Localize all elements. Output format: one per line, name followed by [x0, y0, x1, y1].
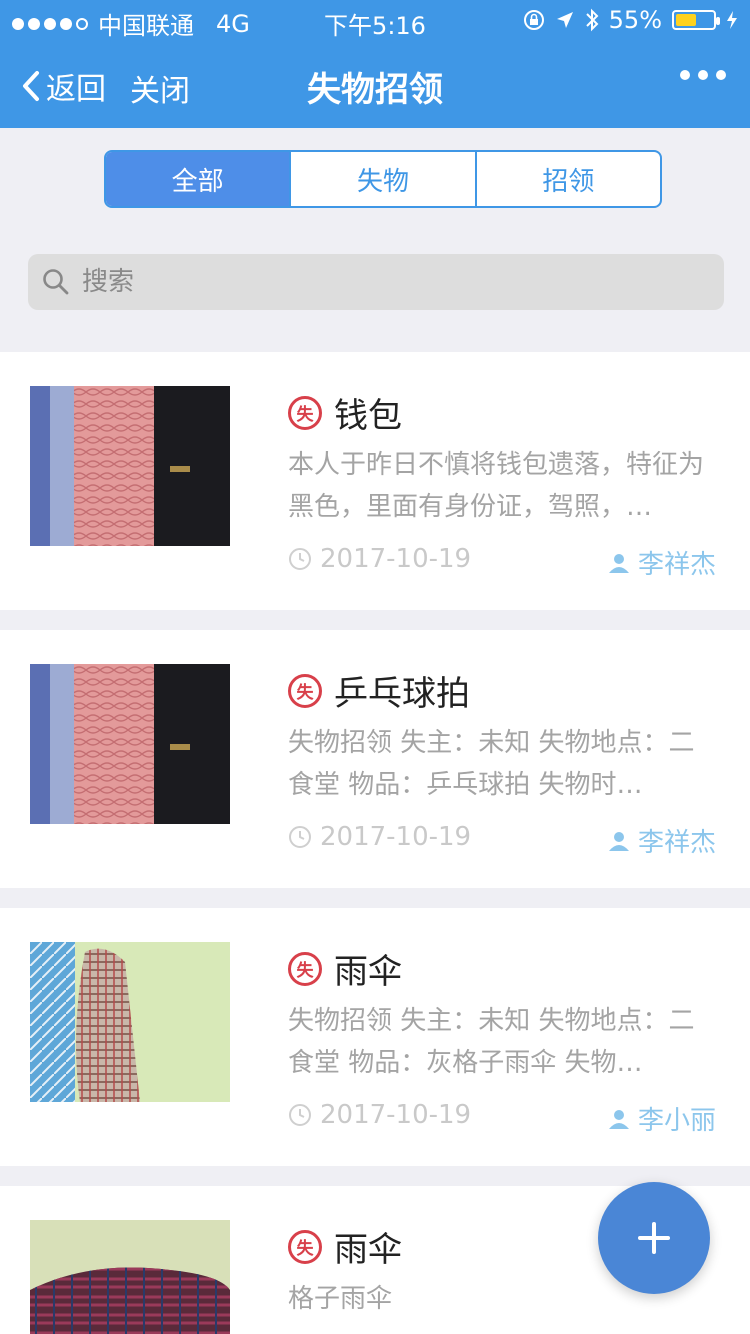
plus-icon: [638, 1222, 670, 1254]
bluetooth-icon: [585, 8, 599, 32]
item-user: 李祥杰: [608, 544, 716, 581]
clock-icon: [289, 1104, 311, 1126]
item-thumbnail: [30, 664, 230, 824]
item-date-text: 2017-10-19: [320, 822, 472, 852]
user-icon: [608, 1109, 629, 1129]
list-item[interactable]: 失 钱包 本人于昨日不慎将钱包遗落，特征为黑色，里面有身份证，驾照，… 2017…: [0, 352, 750, 610]
battery-percent: 55%: [608, 6, 662, 34]
item-title-row: 失 乒乓球拍: [288, 666, 470, 715]
item-user-name: 李小丽: [637, 1106, 716, 1136]
more-icon[interactable]: [680, 70, 726, 80]
item-user-name: 李祥杰: [637, 550, 716, 580]
item-date: 2017-10-19: [288, 544, 471, 574]
page-title: 失物招领: [307, 70, 443, 110]
list-item[interactable]: 失 雨伞 失物招领 失主：未知 失物地点：二食堂 物品：灰格子雨伞 失物… 20…: [0, 908, 750, 1166]
list-item[interactable]: 失 乒乓球拍 失物招领 失主：未知 失物地点：二食堂 物品：乒乓球拍 失物时… …: [0, 630, 750, 888]
top-bar: 中国联通 4G 下午5:16 55% 返回 关闭 失物招领: [0, 0, 750, 128]
lost-badge: 失: [288, 673, 322, 708]
charging-icon: [727, 11, 737, 29]
user-icon: [608, 553, 629, 573]
item-description: 失物招领 失主：未知 失物地点：二食堂 物品：乒乓球拍 失物时…: [288, 728, 695, 800]
rotation-lock-icon: [523, 10, 544, 30]
clock-icon: [289, 548, 311, 570]
item-user: 李祥杰: [608, 822, 716, 859]
item-date-text: 2017-10-19: [320, 1100, 472, 1130]
item-title-row: 失 雨伞: [288, 1222, 402, 1271]
item-title: 雨伞: [334, 1230, 402, 1270]
item-date-text: 2017-10-19: [320, 544, 472, 574]
tab-all[interactable]: 全部: [106, 152, 292, 206]
lost-badge: 失: [288, 395, 322, 430]
search-input[interactable]: [82, 267, 682, 297]
item-thumbnail: [30, 1220, 230, 1334]
battery-icon: [672, 10, 720, 30]
item-description: 失物招领 失主：未知 失物地点：二食堂 物品：灰格子雨伞 失物…: [288, 1006, 695, 1078]
add-button[interactable]: [598, 1182, 710, 1294]
item-title: 钱包: [334, 396, 402, 436]
clock-icon: [289, 826, 311, 848]
filter-tabs: 全部 失物 招领: [104, 150, 662, 208]
item-date: 2017-10-19: [288, 1100, 471, 1130]
tab-found[interactable]: 招领: [477, 152, 660, 206]
item-date: 2017-10-19: [288, 822, 471, 852]
search-icon: [43, 269, 69, 295]
item-title-row: 失 雨伞: [288, 944, 402, 993]
location-arrow-icon: [556, 12, 573, 28]
item-title-row: 失 钱包: [288, 388, 402, 437]
item-title: 雨伞: [334, 952, 402, 992]
item-thumbnail: [30, 386, 230, 546]
item-title: 乒乓球拍: [334, 674, 470, 714]
lost-badge: 失: [288, 1229, 322, 1264]
nav-bar: 返回 关闭 失物招领: [0, 40, 750, 128]
item-description: 本人于昨日不慎将钱包遗落，特征为黑色，里面有身份证，驾照，…: [288, 450, 705, 522]
user-icon: [608, 831, 629, 851]
status-right: 55%: [523, 6, 738, 34]
lost-badge: 失: [288, 951, 322, 986]
tab-lost[interactable]: 失物: [291, 152, 477, 206]
item-thumbnail: [30, 942, 230, 1102]
search-bar: [28, 254, 724, 310]
item-user: 李小丽: [608, 1100, 716, 1137]
item-user-name: 李祥杰: [637, 828, 716, 858]
status-bar: 中国联通 4G 下午5:16 55%: [0, 0, 750, 40]
